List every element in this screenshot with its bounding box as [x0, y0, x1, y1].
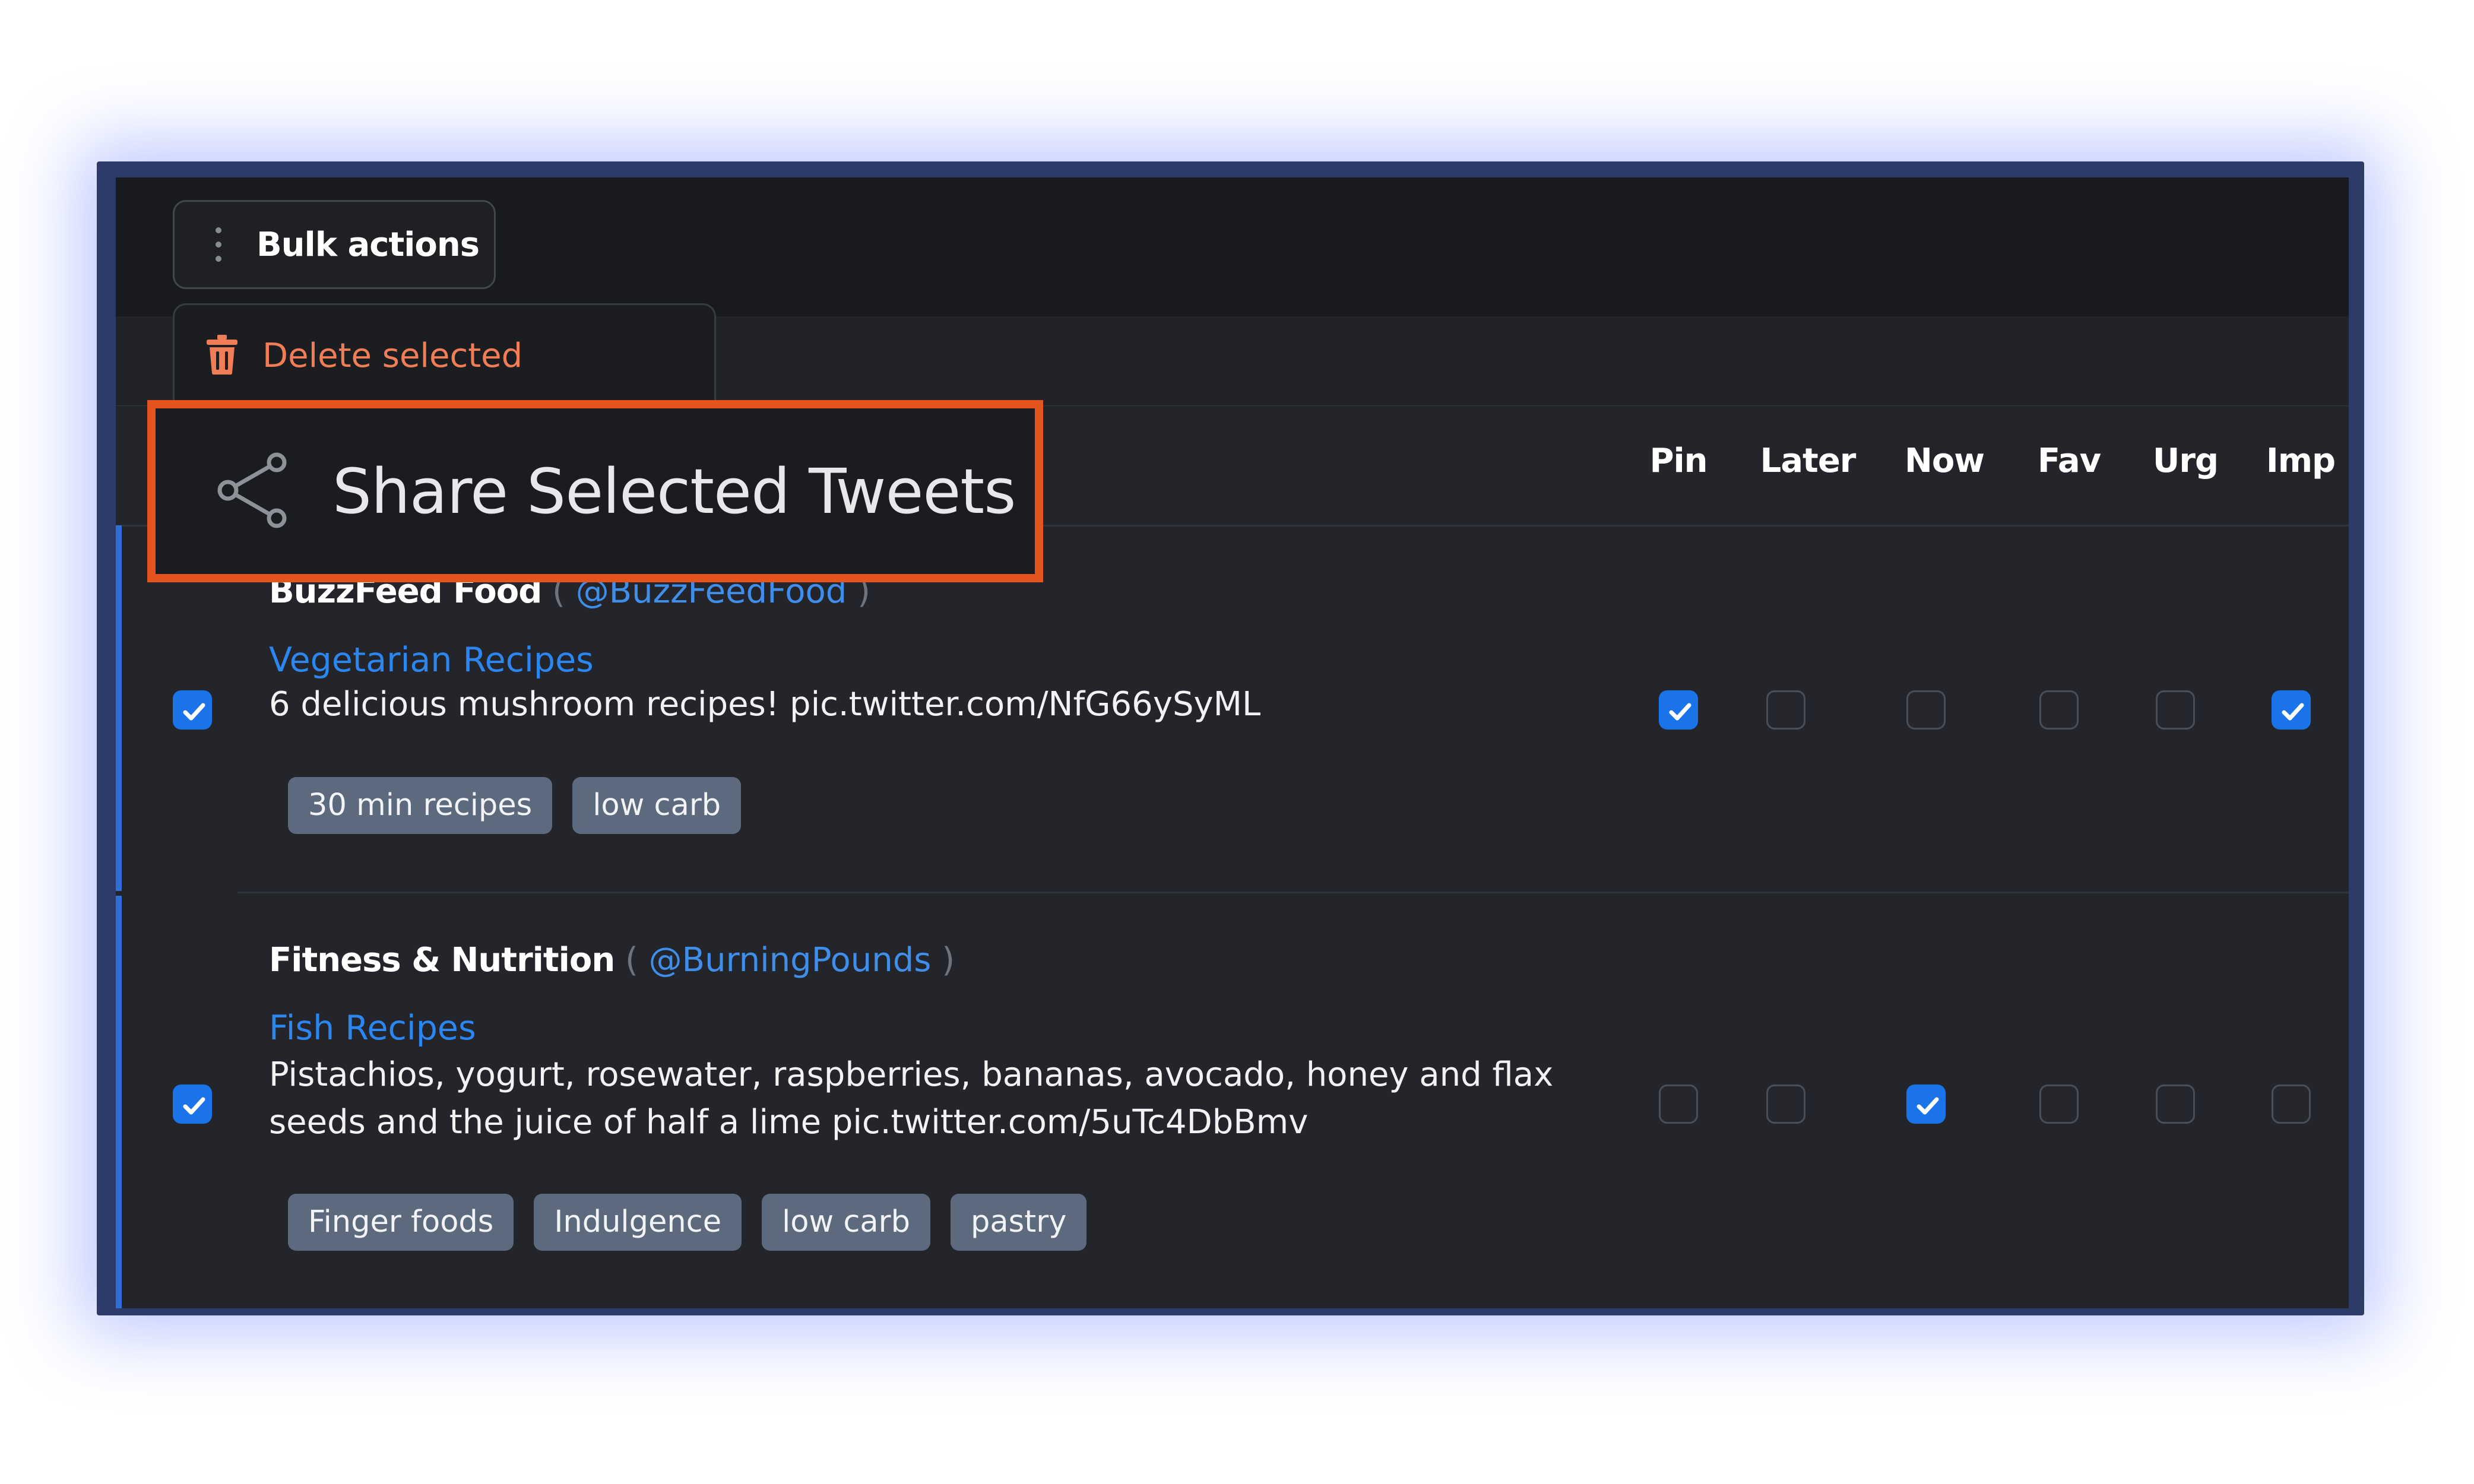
row-divider	[237, 892, 2349, 893]
column-header-imp[interactable]: Imp	[2266, 442, 2336, 480]
row-select-checkbox[interactable]	[173, 1085, 212, 1124]
column-header-fav[interactable]: Fav	[2038, 442, 2101, 480]
imp-checkbox[interactable]	[2272, 690, 2311, 730]
now-checkbox[interactable]	[1906, 690, 1946, 730]
delete-selected-label: Delete selected	[262, 336, 523, 375]
kebab-menu-icon	[211, 226, 226, 264]
imp-checkbox[interactable]	[2272, 1085, 2311, 1124]
tag-list: Finger foods Indulgence low carb pastry	[288, 1194, 1087, 1251]
tag-list: 30 min recipes low carb	[288, 777, 742, 834]
bulk-actions-button[interactable]: Bulk actions	[173, 200, 496, 289]
column-header-pin[interactable]: Pin	[1649, 442, 1708, 480]
row-selection-indicator	[116, 525, 122, 891]
author-name: Fitness & Nutrition	[269, 941, 615, 979]
tweet-author: Fitness & Nutrition ( @BurningPounds )	[269, 941, 955, 979]
now-checkbox[interactable]	[1906, 1085, 1946, 1124]
pin-checkbox[interactable]	[1659, 690, 1698, 730]
trash-icon	[205, 334, 239, 378]
row-selection-indicator	[116, 896, 122, 1308]
column-header-now[interactable]: Now	[1905, 442, 1985, 480]
delete-selected-item[interactable]: Delete selected	[205, 334, 522, 378]
column-header-urg[interactable]: Urg	[2153, 442, 2219, 480]
later-checkbox[interactable]	[1766, 1085, 1805, 1124]
tweet-category[interactable]: Vegetarian Recipes	[269, 640, 594, 680]
bulk-actions-label: Bulk actions	[256, 225, 480, 264]
tweets-app: Bulk actions Pin Later Now Fav Urg Imp B…	[116, 177, 2349, 1308]
later-checkbox[interactable]	[1766, 690, 1805, 730]
tag[interactable]: pastry	[951, 1194, 1087, 1251]
share-selected-tweets-label: Share Selected Tweets	[332, 455, 1016, 528]
toolbar: Bulk actions	[116, 177, 2349, 318]
row-select-checkbox[interactable]	[173, 690, 212, 730]
share-icon	[215, 452, 292, 531]
fav-checkbox[interactable]	[2039, 1085, 2079, 1124]
tag[interactable]: Finger foods	[288, 1194, 514, 1251]
tweet-text: Pistachios, yogurt, rosewater, raspberri…	[269, 1055, 1554, 1141]
column-header-later[interactable]: Later	[1760, 442, 1857, 480]
tag[interactable]: low carb	[762, 1194, 931, 1251]
author-handle[interactable]: @BurningPounds	[649, 941, 932, 979]
pin-checkbox[interactable]	[1659, 1085, 1698, 1124]
tag[interactable]: low carb	[572, 777, 742, 834]
urg-checkbox[interactable]	[2156, 1085, 2195, 1124]
tag[interactable]: 30 min recipes	[288, 777, 553, 834]
tweet-text: 6 delicious mushroom recipes! pic.twitte…	[269, 685, 1261, 724]
urg-checkbox[interactable]	[2156, 690, 2195, 730]
fav-checkbox[interactable]	[2039, 690, 2079, 730]
share-selected-tweets-item[interactable]: Share Selected Tweets	[147, 400, 1043, 582]
tag[interactable]: Indulgence	[534, 1194, 742, 1251]
tweet-category[interactable]: Fish Recipes	[269, 1009, 476, 1048]
